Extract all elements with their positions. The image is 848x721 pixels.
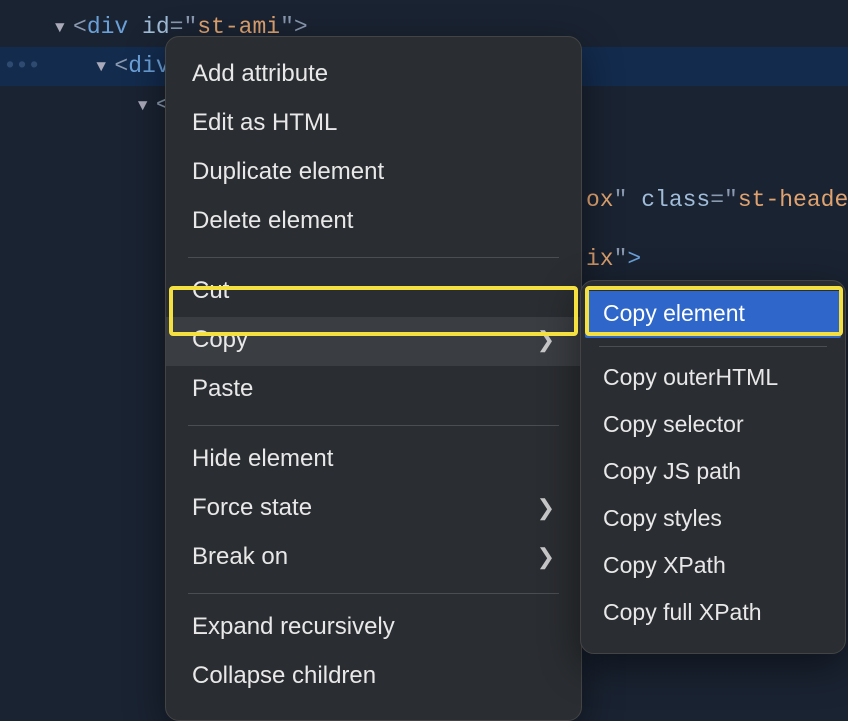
submenu-item-copy-outerhtml[interactable]: Copy outerHTML <box>581 355 845 402</box>
chevron-right-icon: ❯ <box>537 540 555 574</box>
dom-fragment: ix"> <box>586 240 641 278</box>
menu-item-hide-element[interactable]: Hide element <box>166 436 581 485</box>
menu-item-collapse-children[interactable]: Collapse children <box>166 653 581 702</box>
menu-item-force-state[interactable]: Force state❯ <box>166 485 581 534</box>
dom-fragment: ox" class="st-header- <box>586 181 848 219</box>
attr-name: id <box>142 14 170 40</box>
menu-item-duplicate-element[interactable]: Duplicate element <box>166 149 581 198</box>
context-menu: Add attribute Edit as HTML Duplicate ele… <box>165 36 582 721</box>
menu-item-delete-element[interactable]: Delete element <box>166 198 581 247</box>
menu-item-break-on[interactable]: Break on❯ <box>166 534 581 583</box>
submenu-item-copy-selector[interactable]: Copy selector <box>581 402 845 449</box>
menu-item-paste[interactable]: Paste <box>166 366 581 415</box>
menu-item-expand-recursively[interactable]: Expand recursively <box>166 604 581 653</box>
submenu-item-copy-element[interactable]: Copy element <box>585 291 841 338</box>
expand-toggle-icon[interactable]: ▼ <box>55 9 73 47</box>
menu-separator <box>188 425 559 426</box>
overflow-dots-icon[interactable]: ••• <box>0 51 48 78</box>
submenu-item-copy-full-xpath[interactable]: Copy full XPath <box>581 590 845 637</box>
expand-toggle-icon[interactable]: ▼ <box>96 48 114 86</box>
copy-submenu: Copy element Copy outerHTML Copy selecto… <box>580 280 846 654</box>
menu-separator <box>188 257 559 258</box>
menu-item-copy[interactable]: Copy❯ <box>166 317 581 366</box>
submenu-item-copy-xpath[interactable]: Copy XPath <box>581 543 845 590</box>
menu-item-edit-as-html[interactable]: Edit as HTML <box>166 100 581 149</box>
menu-separator <box>599 346 827 347</box>
chevron-right-icon: ❯ <box>537 323 555 357</box>
submenu-item-copy-styles[interactable]: Copy styles <box>581 496 845 543</box>
menu-item-cut[interactable]: Cut <box>166 268 581 317</box>
menu-separator <box>188 593 559 594</box>
expand-toggle-icon[interactable]: ▼ <box>138 87 156 125</box>
menu-item-add-attribute[interactable]: Add attribute <box>166 51 581 100</box>
chevron-right-icon: ❯ <box>537 491 555 525</box>
tag-name: div <box>128 53 169 79</box>
tag-name: div <box>87 14 128 40</box>
submenu-item-copy-js-path[interactable]: Copy JS path <box>581 449 845 496</box>
